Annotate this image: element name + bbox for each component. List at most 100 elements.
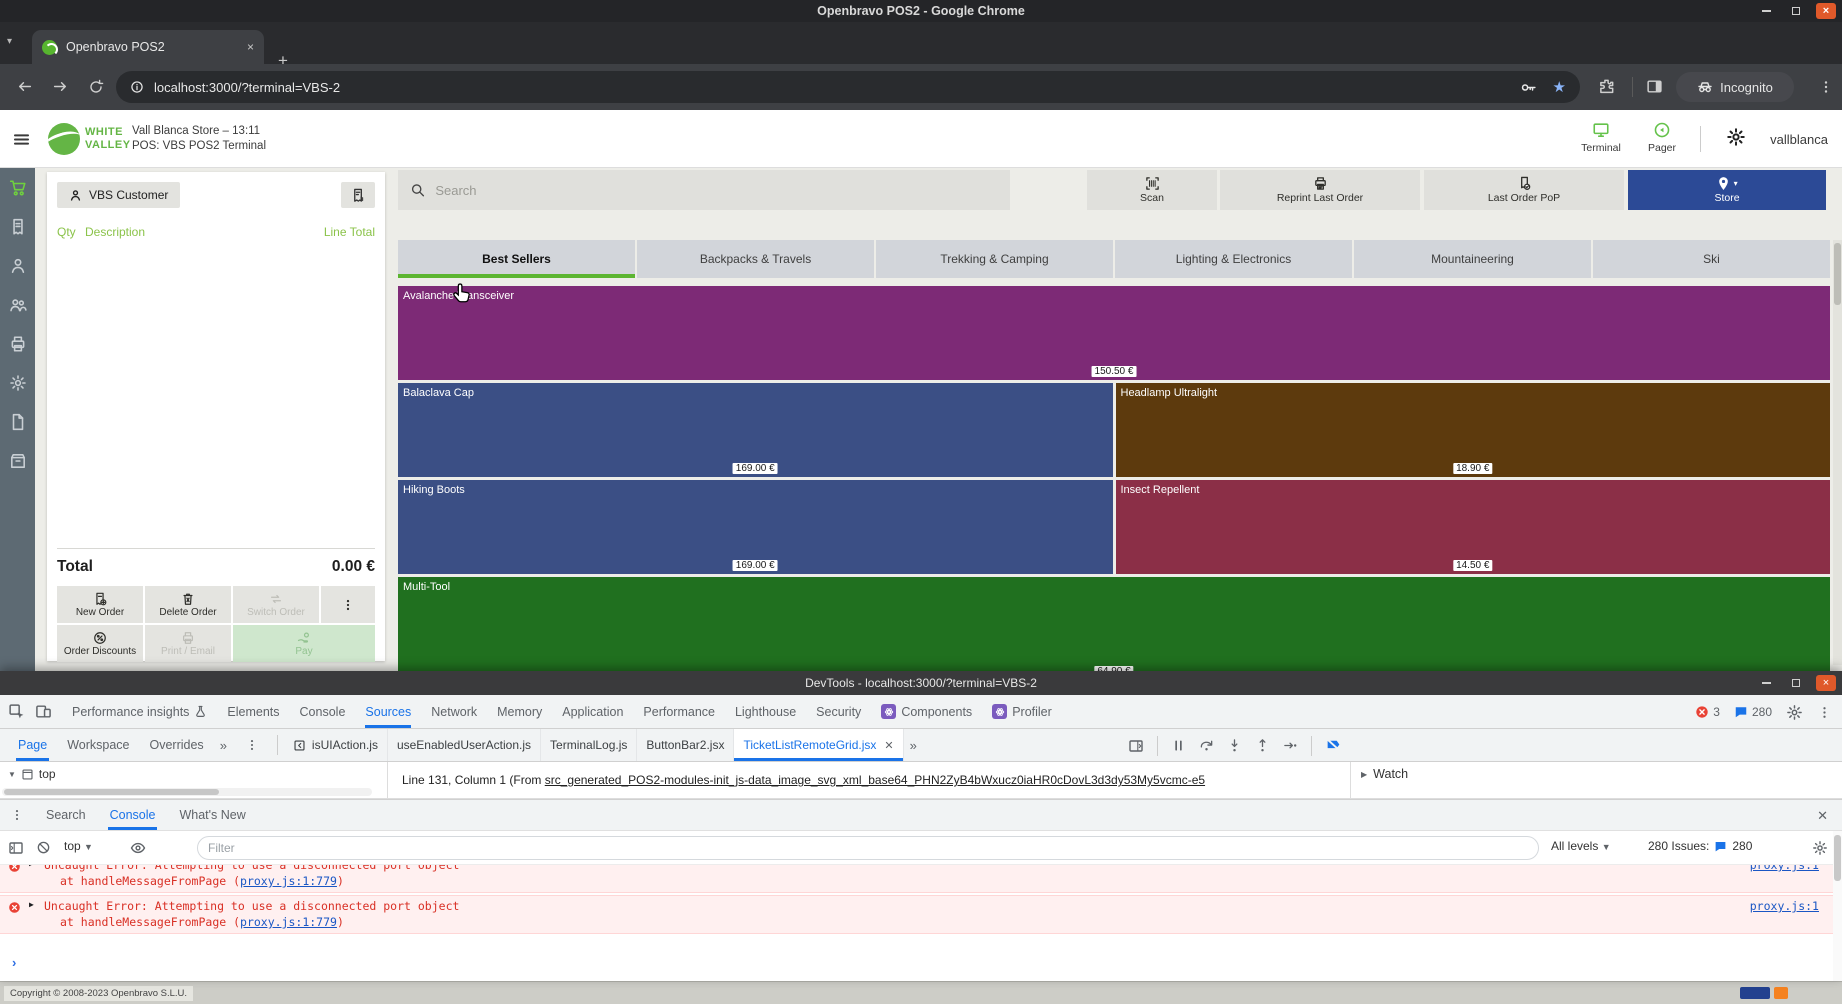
drawer-close-icon[interactable]: ✕ [1817,808,1828,824]
devtools-tab-performance[interactable]: Performance [633,695,725,728]
logged-in-user[interactable]: vallblanca [1770,132,1828,147]
order-discounts-button[interactable]: Order Discounts [57,625,143,662]
devtools-maximize-button[interactable] [1786,675,1806,691]
console-scrollbar-thumb[interactable] [1834,835,1841,881]
tree-expand-icon[interactable]: ▼ [8,770,16,779]
reload-icon[interactable] [88,78,104,96]
console-filter-input[interactable] [197,836,1539,860]
product-tile-headlamp-ultralight[interactable]: Headlamp Ultralight 18.90 € [1115,383,1830,477]
devtools-tab-lighthouse[interactable]: Lighthouse [725,695,806,728]
watch-expand-icon[interactable]: ▶ [1361,770,1367,779]
order-menu-button[interactable] [321,586,375,623]
product-tile-hiking-boots[interactable]: Hiking Boots 169.00 € [398,480,1113,574]
devtools-tab-performance-insights[interactable]: Performance insights [62,695,217,728]
deactivate-breakpoints-icon[interactable] [1325,737,1342,754]
product-tile-insect-repellent[interactable]: Insect Repellent 14.50 € [1115,480,1830,574]
new-order-button[interactable]: New Order [57,586,143,623]
file-tab-ticketlistremotegrid-jsx[interactable]: TicketListRemoteGrid.jsx ✕ [734,729,904,761]
devtools-minimize-button[interactable] [1756,675,1776,691]
side-panel-icon[interactable] [1646,78,1663,96]
browser-tab[interactable]: Openbravo POS2 × [32,30,264,64]
devtools-tab-console[interactable]: Console [290,695,356,728]
error-source-link[interactable]: proxy.js:1 [1750,899,1819,913]
rail-item-gear[interactable] [8,373,28,393]
pause-script-icon[interactable] [1171,738,1186,753]
tab-close-icon[interactable]: × [247,40,254,54]
file-tabs-overflow-icon[interactable]: » [904,738,923,753]
switch-order-button[interactable]: Switch Order [233,586,319,623]
menu-hamburger-icon[interactable] [12,130,31,149]
console-error-entry[interactable]: ▶ Uncaught Error: Attempting to use a dis… [0,865,1833,893]
devtools-tab-profiler[interactable]: Profiler [982,695,1062,728]
panes-overflow-icon[interactable]: » [214,738,233,753]
category-tab-best-sellers[interactable]: Best Sellers [398,240,635,278]
window-maximize-button[interactable] [1786,3,1806,19]
console-sidebar-icon[interactable] [8,840,24,856]
customer-button[interactable]: VBS Customer [57,182,181,208]
tree-horizontal-scrollbar[interactable] [2,788,372,796]
status-source-link[interactable]: src_generated_POS2-modules-init_js-data_… [545,773,1205,787]
search-input[interactable] [435,182,998,198]
console-prompt-chevron[interactable]: › [12,955,16,970]
drawer-menu-icon[interactable] [0,808,34,823]
scan-button[interactable]: Scan [1087,170,1217,210]
back-icon[interactable] [16,78,33,96]
clear-console-icon[interactable] [36,840,51,855]
address-bar[interactable]: localhost:3000/?terminal=VBS-2 ★ [116,71,1580,103]
console-settings-gear-icon[interactable] [1812,840,1828,856]
window-close-button[interactable]: × [1816,3,1836,19]
pay-button[interactable]: Pay [233,625,375,662]
settings-gear-icon[interactable] [1726,127,1746,147]
pane-tab-overrides[interactable]: Overrides [140,729,214,761]
pane-tab-workspace[interactable]: Workspace [57,729,139,761]
rail-item-file[interactable] [8,412,28,432]
expand-error-icon[interactable]: ▶ [29,865,34,868]
live-expression-eye-icon[interactable] [130,840,146,856]
tab-search-chevron-icon[interactable]: ▾ [7,36,12,47]
delete-order-button[interactable]: Delete Order [145,586,231,623]
window-minimize-button[interactable] [1756,3,1776,19]
bookmark-star-icon[interactable]: ★ [1553,78,1566,96]
devtools-tab-application[interactable]: Application [552,695,633,728]
product-grid-scrollbar[interactable] [1833,240,1842,665]
file-tab-buttonbar2-jsx[interactable]: ButtonBar2.jsx [637,729,735,761]
category-tab-backpacks-travels[interactable]: Backpacks & Travels [637,240,874,278]
tree-item-top[interactable]: ▼ top [8,767,56,781]
devtools-tab-elements[interactable]: Elements [217,695,289,728]
devtools-tab-components[interactable]: Components [871,695,982,728]
product-search[interactable] [398,170,1010,210]
scrollbar-thumb[interactable] [1834,243,1841,305]
drawer-tab-console[interactable]: Console [98,800,168,830]
product-tile-multi-tool[interactable]: Multi-Tool64.90 € [398,577,1830,671]
console-context-selector[interactable]: top ▼ [64,839,93,853]
rail-item-person[interactable] [8,256,28,276]
rail-item-receipt[interactable] [8,217,28,237]
rail-item-people[interactable] [8,295,28,315]
print-email-button[interactable]: Print / Email [145,625,231,662]
file-tab-isuiaction-js[interactable]: isUIAction.js [284,729,388,761]
stack-source-link[interactable]: proxy.js:1:779 [240,915,337,929]
expand-error-icon[interactable]: ▶ [29,900,34,909]
inspect-element-icon[interactable] [8,703,25,720]
store-button[interactable]: ▾ Store [1628,170,1826,210]
rail-item-printer[interactable] [8,334,28,354]
devtools-tab-sources[interactable]: Sources [355,695,421,728]
navigator-menu-icon[interactable] [233,738,271,753]
rail-item-box[interactable] [8,451,28,471]
log-levels-selector[interactable]: All levels ▼ [1551,839,1611,853]
category-tab-ski[interactable]: Ski [1593,240,1830,278]
pager-button[interactable]: Pager [1630,121,1694,154]
step-over-icon[interactable] [1199,738,1214,753]
show-debugger-panel-icon[interactable] [1128,738,1144,754]
category-tab-lighting-electronics[interactable]: Lighting & Electronics [1115,240,1352,278]
console-scrollbar[interactable] [1833,831,1842,981]
step-into-icon[interactable] [1227,738,1242,753]
extensions-puzzle-icon[interactable] [1598,78,1615,96]
tree-scrollbar-thumb[interactable] [4,789,219,795]
product-tile-avalanche-transceiver[interactable]: Avalanche Transceiver 150.50 € [398,286,1830,380]
password-key-icon[interactable] [1520,79,1537,96]
category-tab-mountaineering[interactable]: Mountaineering [1354,240,1591,278]
pane-tab-page[interactable]: Page [8,729,57,761]
devtools-close-button[interactable]: × [1816,675,1836,691]
forward-icon[interactable] [52,78,69,96]
